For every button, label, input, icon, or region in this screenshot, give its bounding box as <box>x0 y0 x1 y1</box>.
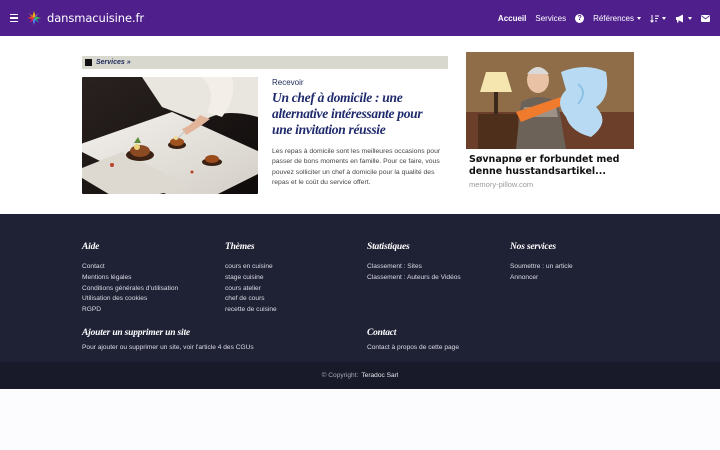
footer-heading-contact: Contact <box>367 328 397 338</box>
footer-link-theme[interactable]: chef de cours <box>225 294 277 305</box>
nav-home[interactable]: Accueil <box>498 14 526 23</box>
chevron-down-icon <box>688 16 692 20</box>
page-bottom-blank <box>0 389 720 450</box>
plated-dish-image <box>82 77 258 194</box>
footer-link-ranking-videos[interactable]: Classement : Auteurs de Vidéos <box>367 273 461 284</box>
article-excerpt: Les repas à domicile sont les meilleures… <box>272 148 441 187</box>
sort-icon <box>650 14 659 23</box>
footer-col-stats: Statistiques Classement : Sites Classeme… <box>367 242 461 284</box>
site-footer: Aide Contact Mentions légales Conditions… <box>0 214 720 362</box>
footer-col-themes: Thèmes cours en cuisine stage cuisine co… <box>225 242 277 316</box>
sponsored-ad[interactable]: Søvnapnø er forbundet med denne husstand… <box>466 52 634 194</box>
footer-link-theme[interactable]: cours atelier <box>225 284 277 295</box>
footer-col-addremove: Ajouter un supprimer un site Pour ajoute… <box>82 328 254 354</box>
section-label: Services » <box>96 59 131 66</box>
footer-link-ranking-sites[interactable]: Classement : Sites <box>367 262 461 273</box>
top-navbar: dansmacuisine.fr Accueil Services ? Réfé… <box>0 0 720 36</box>
footer-col-contact: Contact Contact à propos de cette page <box>367 328 459 354</box>
logo-icon <box>27 11 41 25</box>
site-name: dansmacuisine.fr <box>47 11 145 25</box>
nav-services-label: Services <box>535 13 567 23</box>
footer-heading-services: Nos services <box>510 242 556 252</box>
footer-link-cgu[interactable]: Conditions générales d'utilisation <box>82 284 178 295</box>
article-title[interactable]: Un chef à domicile : une alternative int… <box>272 90 442 138</box>
footer-col-services: Nos services Soumettre : un article Anno… <box>510 242 573 284</box>
footer-link-contact-page[interactable]: Contact à propos de cette page <box>367 343 459 354</box>
footer-link-addremove[interactable]: Pour ajouter ou supprimer un site, voir … <box>82 343 254 354</box>
footer-col-aide: Aide Contact Mentions légales Conditions… <box>82 242 178 316</box>
footer-link-submit-article[interactable]: Soumettre : un article <box>510 262 573 273</box>
help-icon: ? <box>575 13 585 23</box>
footer-link-advertise[interactable]: Annoncer <box>510 273 573 284</box>
envelope-icon <box>701 14 710 22</box>
footer-link-cookies[interactable]: Utilisation des cookies <box>82 294 178 305</box>
ad-image[interactable] <box>466 52 634 149</box>
ad-source[interactable]: memory-pillow.com <box>466 178 634 191</box>
nav-references[interactable]: Références <box>593 14 641 23</box>
section-header[interactable]: Services » <box>82 56 448 69</box>
sort-menu[interactable] <box>650 14 666 23</box>
chevron-down-icon <box>637 16 641 20</box>
footer-link-theme[interactable]: recette de cuisine <box>225 305 277 316</box>
megaphone-icon <box>676 14 683 22</box>
footer-link-theme[interactable]: cours en cuisine <box>225 262 277 273</box>
site-logo[interactable]: dansmacuisine.fr <box>26 10 144 26</box>
footer-heading-stats: Statistiques <box>367 242 410 252</box>
mail-button[interactable] <box>701 14 710 22</box>
article-image[interactable] <box>82 77 258 194</box>
copyright-owner-link[interactable]: Teradoc Sarl <box>361 372 398 379</box>
announce-menu[interactable] <box>675 14 692 23</box>
footer-heading-aide: Aide <box>82 242 100 252</box>
help-button[interactable]: ? <box>575 13 585 23</box>
ad-headline[interactable]: Søvnapnø er forbundet med denne husstand… <box>466 149 634 178</box>
nav-home-label: Accueil <box>497 13 527 23</box>
copyright-bar: © Copyright: Teradoc Sarl <box>0 362 720 389</box>
square-icon <box>85 59 92 66</box>
footer-link-mentions[interactable]: Mentions légales <box>82 273 178 284</box>
pillow-photo <box>466 52 634 149</box>
footer-heading-addremove: Ajouter un supprimer un site <box>82 328 190 338</box>
nav-references-label: Références <box>593 13 634 23</box>
footer-link-contact[interactable]: Contact <box>82 262 178 273</box>
nav-services[interactable]: Services <box>535 14 566 23</box>
footer-heading-themes: Thèmes <box>225 242 255 252</box>
copyright-label: © Copyright: <box>321 372 359 379</box>
footer-link-rgpd[interactable]: RGPD <box>82 305 178 316</box>
menu-icon[interactable] <box>10 13 18 23</box>
article-category[interactable]: Recevoir <box>272 78 304 87</box>
chevron-down-icon <box>662 16 666 20</box>
main-content: Services » Recevoir Un chef à domicile:… <box>0 36 720 214</box>
footer-link-theme[interactable]: stage cuisine <box>225 273 277 284</box>
